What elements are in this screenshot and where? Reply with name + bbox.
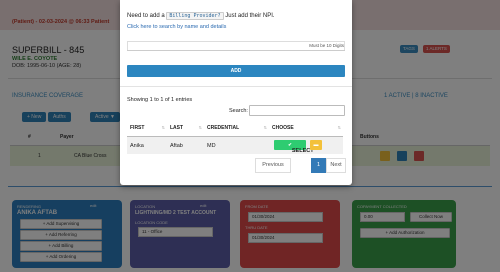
sort-icon: ⇅ [161, 125, 165, 130]
col-first-label: FIRST [130, 125, 145, 131]
comment-icon[interactable]: ▬ [310, 140, 322, 150]
col-choose-label: CHOOSE [272, 125, 294, 131]
sort-icon: ⇅ [263, 125, 267, 130]
search-input[interactable] [249, 105, 345, 116]
table-row: Anika Aftab MD ✔ SELECT ▬ [127, 137, 343, 154]
col-choose[interactable]: CHOOSE ⇅ [269, 120, 343, 137]
billing-provider-modal: Need to add a Billing Provider? Just add… [120, 0, 352, 185]
col-credential-label: CREDENTIAL [207, 125, 240, 131]
pagination-page-1[interactable]: 1 [311, 158, 326, 173]
cell-first: Anika [130, 143, 144, 149]
divider [120, 86, 352, 87]
cell-credential: MD [207, 143, 216, 149]
sort-icon: ⇅ [198, 125, 202, 130]
intro-suffix: Just add their NPI. [225, 13, 275, 19]
sort-icon: ⇅ [337, 125, 341, 130]
col-last[interactable]: LAST ⇅ [167, 120, 204, 137]
col-last-label: LAST [170, 125, 184, 131]
col-credential[interactable]: CREDENTIAL ⇅ [204, 120, 269, 137]
cell-last: Aftab [170, 143, 183, 149]
intro-code: Billing Provider? [166, 12, 224, 20]
modal-intro: Need to add a Billing Provider? Just add… [127, 12, 275, 20]
add-button[interactable]: ADD [127, 65, 345, 77]
pagination-next[interactable]: Next [326, 158, 346, 173]
pagination-previous[interactable]: Previous [255, 158, 291, 173]
divider [127, 50, 345, 51]
search-by-name-link[interactable]: Click here to search by name and details [127, 24, 226, 30]
npi-hint: Must be 10 Digits [309, 43, 344, 48]
entries-info: Showing 1 to 1 of 1 entries [127, 97, 193, 103]
select-button[interactable]: ✔ SELECT [274, 140, 314, 154]
col-first[interactable]: FIRST ⇅ [127, 120, 167, 137]
search-label: Search: [229, 108, 248, 114]
intro-prefix: Need to add a [127, 13, 165, 19]
